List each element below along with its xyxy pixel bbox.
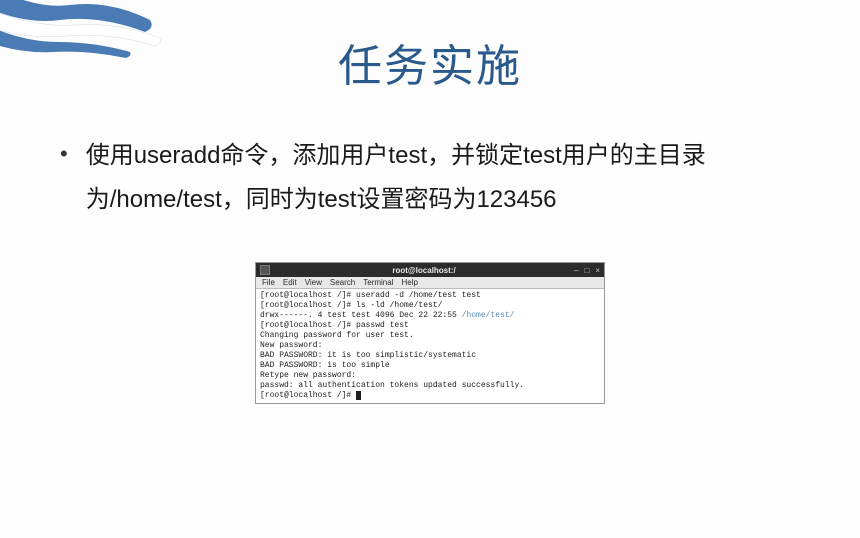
- terminal-cursor: [356, 391, 361, 400]
- menu-help: Help: [401, 278, 417, 287]
- slide-content: • 使用useradd命令，添加用户test，并锁定test用户的主目录为/ho…: [60, 134, 800, 404]
- terminal-app-icon: [260, 265, 270, 275]
- term-line: BAD PASSWORD: it is too simplistic/syste…: [260, 351, 476, 360]
- terminal-window: root@localhost:/ – □ × File Edit View Se…: [255, 262, 605, 404]
- menu-search: Search: [330, 278, 355, 287]
- menu-terminal: Terminal: [363, 278, 393, 287]
- term-path: /home/test/: [462, 311, 515, 320]
- maximize-icon: □: [584, 266, 589, 275]
- minimize-icon: –: [574, 266, 578, 275]
- terminal-title: root@localhost:/: [274, 266, 574, 275]
- window-controls: – □ ×: [574, 266, 600, 275]
- term-line: New password:: [260, 341, 322, 350]
- terminal-titlebar: root@localhost:/ – □ ×: [256, 263, 604, 277]
- term-line: [root@localhost /]#: [260, 391, 356, 400]
- bullet-text: 使用useradd命令，添加用户test，并锁定test用户的主目录为/home…: [86, 134, 800, 222]
- term-line: [root@localhost /]# ls -ld /home/test/: [260, 301, 442, 310]
- bullet-dot: •: [60, 134, 68, 174]
- close-icon: ×: [595, 266, 600, 275]
- term-line: drwx------. 4 test test 4096 Dec 22 22:5…: [260, 311, 462, 320]
- menu-file: File: [262, 278, 275, 287]
- menu-view: View: [305, 278, 322, 287]
- term-line: Changing password for user test.: [260, 331, 414, 340]
- term-line: [root@localhost /]# passwd test: [260, 321, 409, 330]
- term-line: [root@localhost /]# useradd -d /home/tes…: [260, 291, 481, 300]
- menu-edit: Edit: [283, 278, 297, 287]
- terminal-menubar: File Edit View Search Terminal Help: [256, 277, 604, 289]
- terminal-body: [root@localhost /]# useradd -d /home/tes…: [256, 289, 604, 403]
- term-line: Retype new password:: [260, 371, 356, 380]
- term-line: passwd: all authentication tokens update…: [260, 381, 524, 390]
- bullet-item: • 使用useradd命令，添加用户test，并锁定test用户的主目录为/ho…: [60, 134, 800, 222]
- corner-decoration: [0, 0, 200, 70]
- term-line: BAD PASSWORD: is too simple: [260, 361, 390, 370]
